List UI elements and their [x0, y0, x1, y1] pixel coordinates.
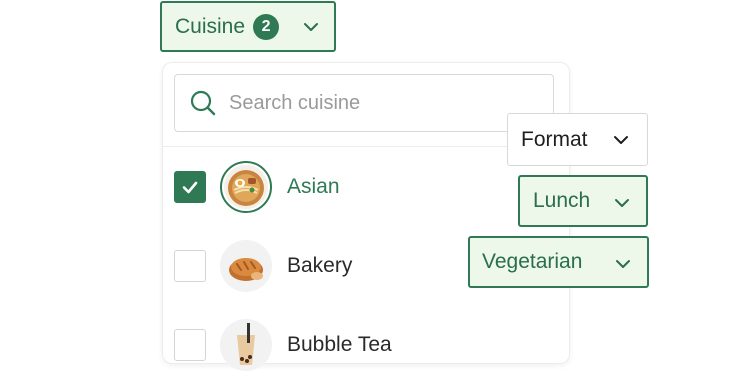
- cuisine-filter-label: Cuisine: [175, 14, 246, 38]
- checkbox-bakery[interactable]: [174, 250, 206, 282]
- format-filter-label: Format: [521, 127, 588, 151]
- vegetarian-filter-button[interactable]: Vegetarian: [468, 236, 649, 288]
- checkbox-asian[interactable]: [174, 171, 206, 203]
- format-filter-button[interactable]: Format: [507, 113, 648, 166]
- option-label-asian: Asian: [287, 175, 340, 198]
- chevron-down-icon: [613, 194, 631, 212]
- search-field[interactable]: [174, 74, 554, 132]
- bread-icon: [220, 240, 272, 292]
- selected-count-badge: 2: [253, 13, 280, 40]
- option-label-bubble-tea: Bubble Tea: [287, 333, 392, 356]
- chevron-down-icon: [614, 255, 632, 273]
- cuisine-filter-button[interactable]: Cuisine 2: [160, 1, 336, 52]
- search-input[interactable]: [227, 90, 531, 116]
- chevron-down-icon: [612, 131, 630, 149]
- checkmark-icon: [181, 178, 199, 196]
- list-item-bubble-tea[interactable]: Bubble Tea: [163, 313, 569, 377]
- checkbox-bubble-tea[interactable]: [174, 329, 206, 361]
- lunch-filter-button[interactable]: Lunch: [518, 175, 648, 227]
- cuisine-dropdown: Asian Bakery Bu: [162, 62, 570, 371]
- vegetarian-filter-label: Vegetarian: [482, 250, 583, 273]
- chevron-down-icon: [302, 18, 320, 36]
- bubble-tea-icon: [220, 319, 272, 371]
- lunch-filter-label: Lunch: [533, 189, 591, 212]
- search-icon: [189, 89, 217, 117]
- option-label-bakery: Bakery: [287, 254, 353, 277]
- ramen-bowl-icon: [220, 161, 272, 213]
